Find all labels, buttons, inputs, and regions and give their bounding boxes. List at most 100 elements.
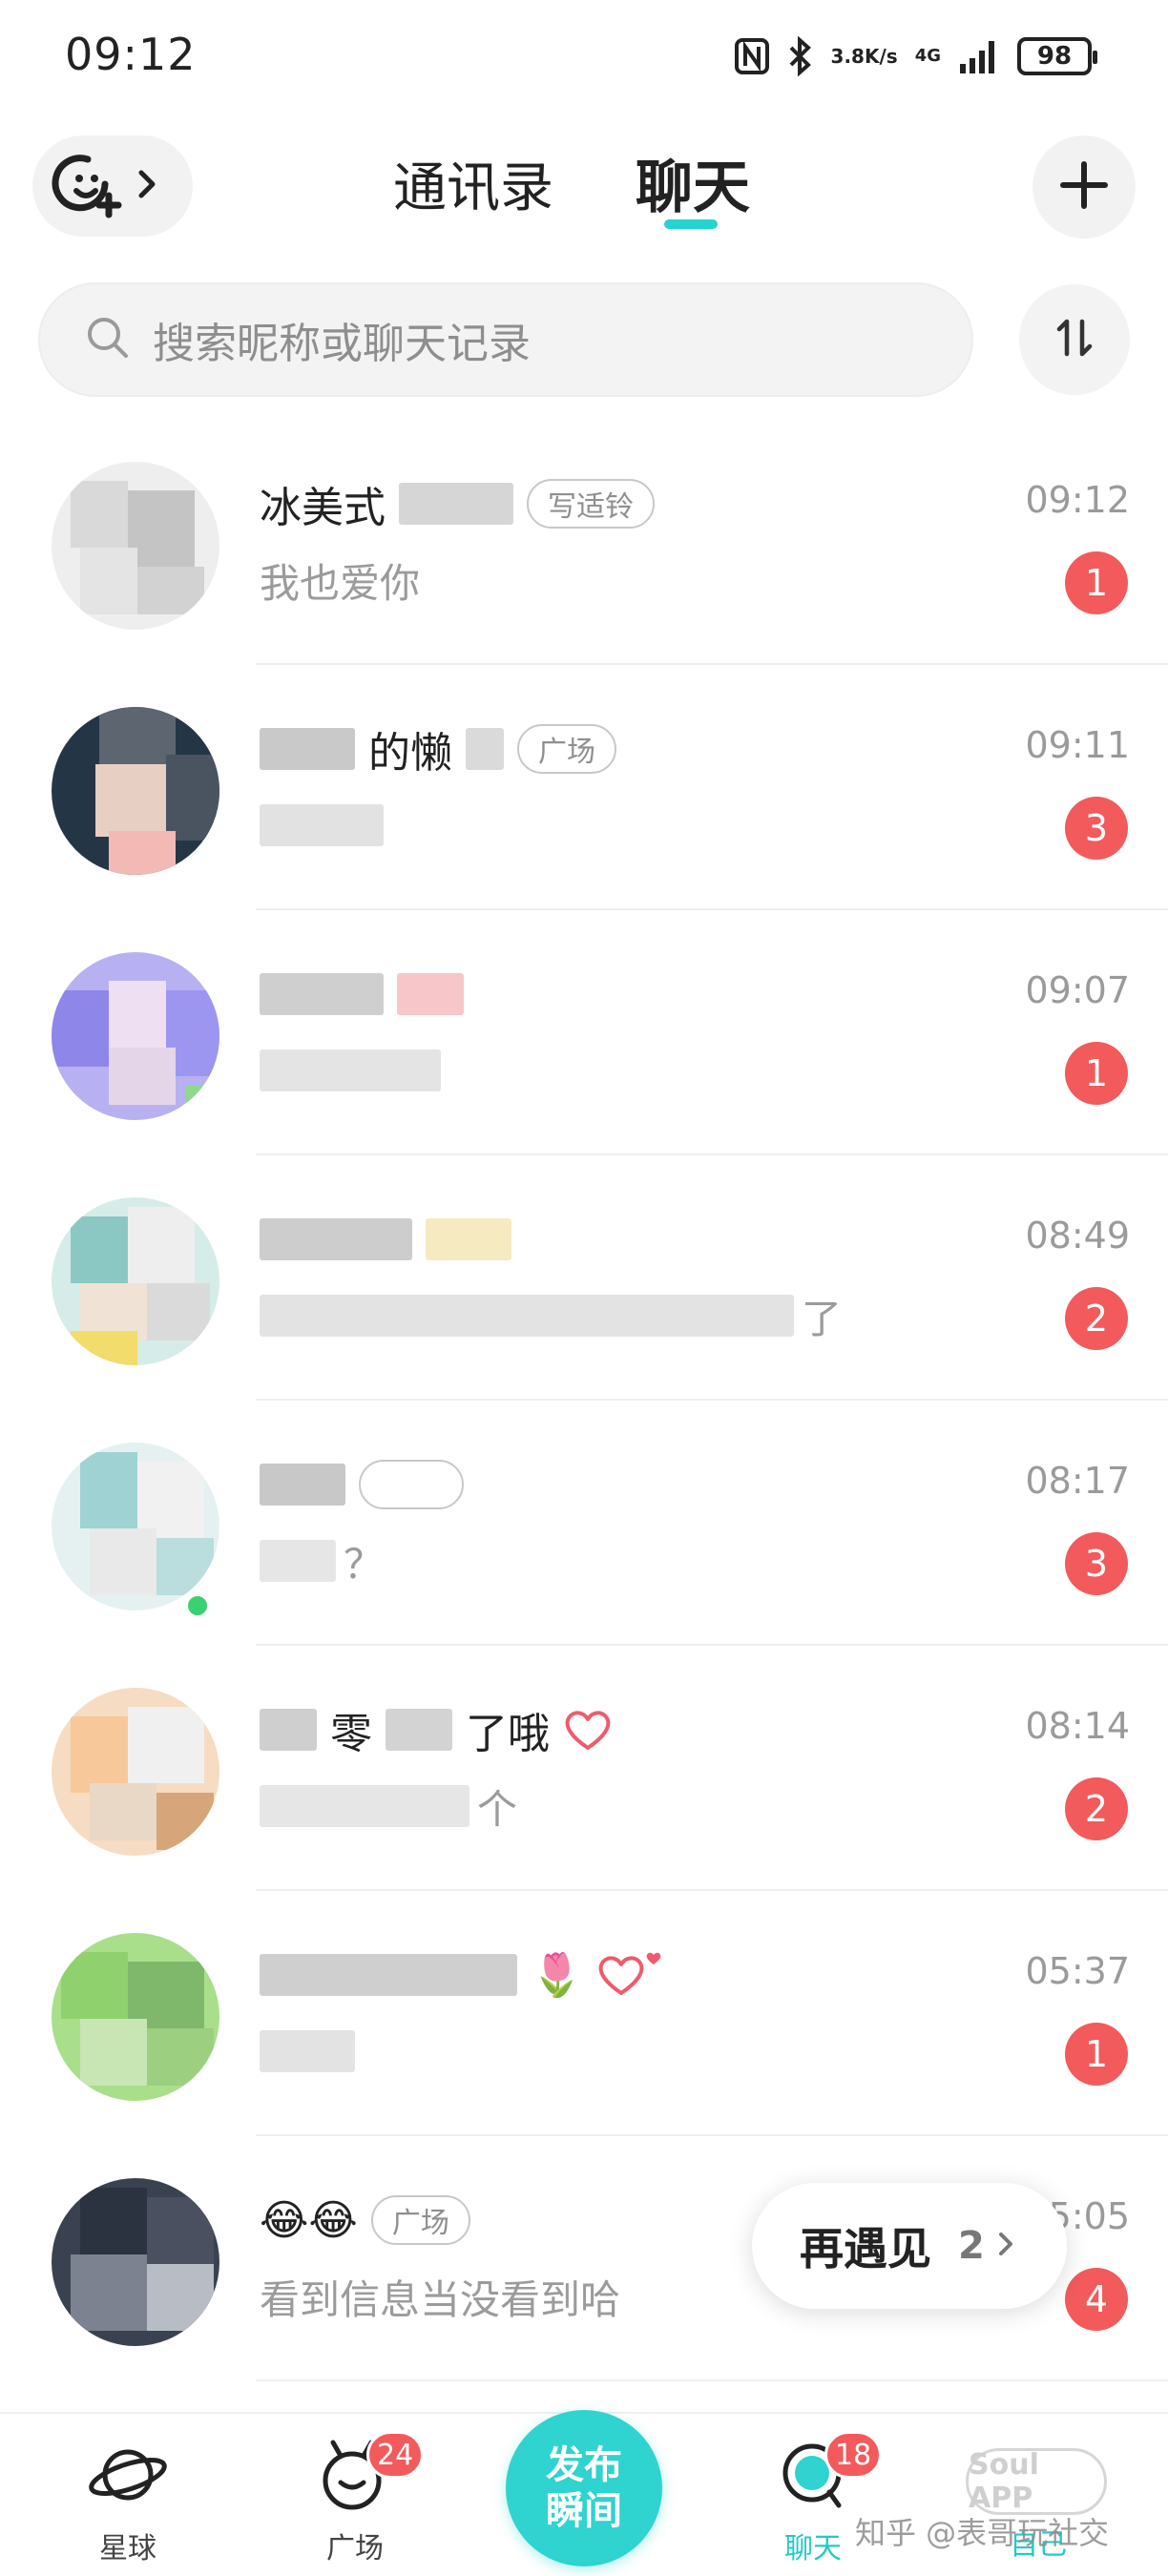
chat-name-line: 😂😂 广场	[260, 2190, 470, 2251]
chat-message: 个	[260, 1779, 517, 1833]
chat-message-text: 看到信息当没看到哈	[260, 2275, 621, 2323]
top-header: 通讯录 聊天	[0, 124, 1168, 248]
chat-row[interactable]: 零 了哦 个 08:14 2	[0, 1646, 1168, 1891]
chevron-right-icon	[996, 2230, 1015, 2262]
status-bar: 09:12 3.8 K/s 4G 98	[0, 0, 1168, 114]
watermark: 知乎 @表哥玩社交	[855, 2515, 1110, 2551]
chat-row[interactable]: 09:07 1	[0, 910, 1168, 1155]
chat-time: 09:12	[1025, 479, 1130, 521]
meet-again-button[interactable]: 再遇见 2	[752, 2183, 1067, 2309]
search-icon	[84, 314, 132, 365]
blurred-text	[260, 1709, 317, 1751]
plus-icon	[1059, 160, 1109, 214]
chat-list: 冰美式 写适铃 我也爱你 09:12 1 的懒 广场 09:11 3 09:07…	[0, 420, 1168, 2381]
chat-tag: 广场	[517, 724, 616, 774]
heart-icon	[563, 1708, 613, 1752]
chat-name-line	[260, 1454, 464, 1515]
blurred-text	[260, 973, 384, 1015]
chat-time: 08:14	[1025, 1705, 1130, 1747]
publish-moment-button[interactable]: 发布 瞬间	[506, 2410, 662, 2566]
tab-chat[interactable]: 聊天	[636, 141, 750, 224]
sort-button[interactable]	[1019, 284, 1130, 395]
chat-time: 09:07	[1025, 969, 1130, 1011]
chat-name-line: 冰美式 写适铃	[260, 473, 655, 534]
chat-row[interactable]: ？ 08:17 3	[0, 1401, 1168, 1646]
avatar[interactable]	[52, 462, 219, 630]
blurred-text	[397, 973, 464, 1015]
blurred-text	[260, 1049, 441, 1091]
network-speed: 3.8 K/s	[831, 46, 898, 67]
nav-label: 星球	[99, 2532, 156, 2566]
search-input[interactable]: 搜索昵称或聊天记录	[38, 282, 973, 397]
online-status-dot	[183, 1591, 212, 1620]
chat-tag: 写适铃	[527, 479, 655, 529]
blurred-text	[260, 1540, 336, 1582]
unread-badge: 4	[1065, 2268, 1128, 2331]
signal-icon	[958, 37, 1000, 75]
blurred-text	[260, 1954, 517, 1996]
add-button[interactable]	[1032, 135, 1136, 239]
nav-badge: 24	[366, 2431, 425, 2479]
chat-tag: 广场	[370, 2195, 470, 2245]
blurred-text	[386, 1709, 452, 1751]
chevron-right-icon	[136, 167, 158, 205]
nav-square[interactable]: 24 广场	[279, 2431, 431, 2566]
chat-message: 看到信息当没看到哈	[260, 2270, 620, 2323]
smiley-plus-icon	[50, 146, 126, 226]
chat-time: 08:17	[1025, 1460, 1130, 1502]
sort-arrows-icon	[1051, 314, 1098, 365]
soul-app-badge: Soul APP	[966, 2448, 1107, 2515]
mood-button[interactable]	[32, 135, 193, 237]
chat-tag	[359, 1460, 464, 1509]
tab-contacts[interactable]: 通讯录	[393, 145, 553, 222]
chat-name-line: 的懒 广场	[260, 718, 616, 779]
avatar[interactable]	[52, 707, 219, 875]
blurred-text	[426, 1218, 511, 1260]
nav-planet[interactable]: 星球	[52, 2437, 204, 2566]
chat-time: 09:11	[1025, 724, 1130, 766]
chat-message	[260, 799, 384, 852]
meet-again-count: 2	[958, 2224, 985, 2268]
chat-name-suffix: 了哦	[466, 1710, 550, 1758]
unread-badge: 2	[1065, 1287, 1128, 1350]
chat-time: 05:37	[1025, 1950, 1130, 1992]
network-type: 4G	[914, 46, 941, 66]
chat-time: 08:49	[1025, 1215, 1130, 1257]
chat-name: 零	[330, 1710, 372, 1758]
status-time: 09:12	[65, 29, 197, 80]
chat-message: 我也爱你	[260, 553, 420, 607]
avatar[interactable]	[52, 1688, 219, 1856]
chat-message	[260, 1044, 441, 1097]
chat-message: ？	[260, 1534, 384, 1588]
tulip-emoji: 🌷	[531, 1951, 583, 2000]
chat-row[interactable]: 冰美式 写适铃 我也爱你 09:12 1	[0, 420, 1168, 665]
avatar[interactable]	[52, 2178, 219, 2346]
blurred-text	[260, 728, 355, 770]
blurred-text	[466, 728, 504, 770]
chat-message	[260, 2025, 355, 2078]
battery-level: 98	[1036, 42, 1073, 71]
publish-line-1: 发布	[546, 2443, 622, 2487]
chat-row[interactable]: 了 08:49 2	[0, 1155, 1168, 1401]
network-speed-value: 3.8	[830, 45, 865, 68]
network-speed-unit: K/s	[864, 45, 898, 68]
chat-name: 冰美式	[260, 484, 386, 532]
search-placeholder: 搜索昵称或聊天记录	[153, 320, 531, 368]
avatar[interactable]	[52, 1933, 219, 2101]
chat-message-text: 个	[477, 1785, 518, 1833]
chat-name: 的懒	[368, 729, 452, 778]
avatar[interactable]	[52, 952, 219, 1120]
bluetooth-icon	[787, 36, 814, 76]
chat-row[interactable]: 的懒 广场 09:11 3	[0, 665, 1168, 910]
blurred-text	[260, 1295, 794, 1337]
nav-label: 广场	[326, 2532, 384, 2566]
chat-name-line	[260, 964, 464, 1025]
blurred-text	[260, 1464, 345, 1506]
nav-label: 聊天	[784, 2532, 842, 2566]
avatar[interactable]	[52, 1443, 219, 1610]
avatar[interactable]	[52, 1197, 219, 1365]
chat-name: 😂😂	[260, 2195, 358, 2245]
unread-badge: 1	[1065, 1042, 1128, 1105]
chat-row[interactable]: 🌷 05:37 1	[0, 1891, 1168, 2136]
unread-badge: 2	[1065, 1777, 1128, 1840]
